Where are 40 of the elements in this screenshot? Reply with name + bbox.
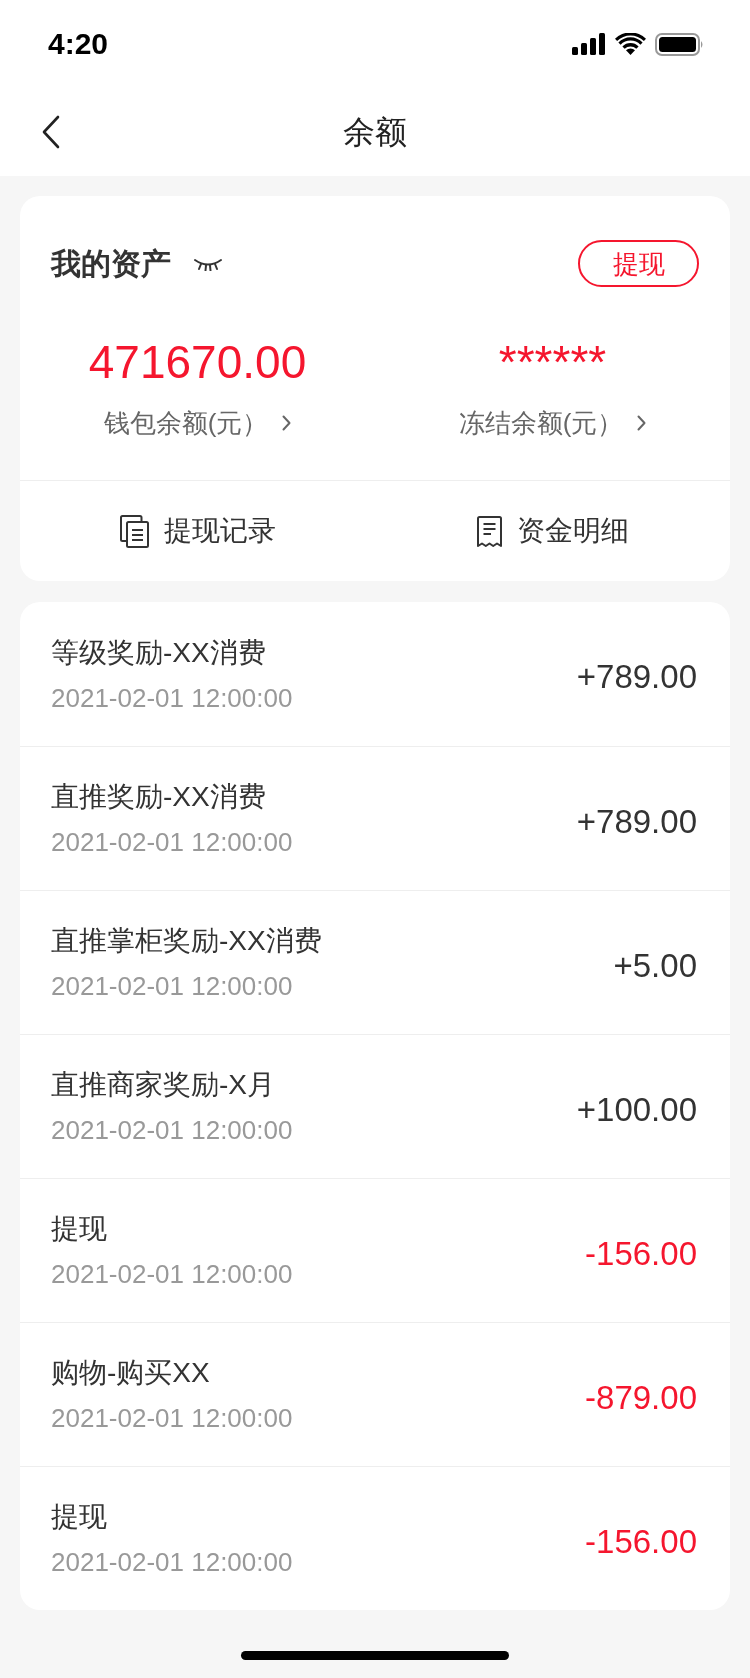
transaction-amount: -156.00	[585, 1521, 697, 1562]
transaction-time: 2021-02-01 12:00:00	[51, 826, 293, 859]
balance-link[interactable]: 冻结余额(元）	[458, 405, 647, 441]
transaction-time: 2021-02-01 12:00:00	[51, 970, 294, 1003]
transaction-title: 购物-购买XX	[51, 1356, 211, 1390]
transaction-time: 2021-02-01 12:00:00	[51, 1258, 293, 1291]
page-title: 余额	[343, 116, 407, 148]
transaction-title: 直推掌柜奖励-XX消费	[51, 924, 322, 958]
transaction-time: 2021-02-01 12:00:00	[51, 1402, 293, 1435]
closed-eye-icon[interactable]	[193, 256, 223, 271]
transaction-amount: -156.00	[585, 1233, 697, 1274]
stacked-documents-icon	[119, 514, 149, 548]
transaction-amount: +789.00	[576, 657, 697, 697]
shortcut-link[interactable]: 提现记录	[119, 511, 276, 551]
shortcut-link[interactable]: 资金明细	[476, 511, 629, 551]
transaction-title: 提现	[51, 1500, 108, 1534]
balance-link[interactable]: 钱包余额(元）	[103, 405, 292, 441]
balance-amount: 471670.00	[88, 336, 307, 388]
transaction-amount: -879.00	[585, 1377, 697, 1418]
transaction-time: 2021-02-01 12:00:00	[51, 681, 293, 715]
transaction-amount: +5.00	[613, 945, 697, 986]
transaction-title: 提现	[51, 1212, 108, 1246]
transaction-title: 等级奖励-XX消费	[51, 635, 267, 670]
transaction-amount: +100.00	[576, 1089, 697, 1130]
chevron-right-icon	[637, 415, 647, 431]
withdraw-button[interactable]: 提现	[578, 240, 699, 287]
signal-icon	[572, 33, 606, 55]
battery-icon	[655, 32, 704, 56]
status-time: 4:20	[48, 29, 109, 59]
balance-amount: ******	[498, 336, 607, 388]
back-chevron-icon	[42, 115, 60, 149]
chevron-right-icon	[282, 415, 292, 431]
transaction-time: 2021-02-01 12:00:00	[51, 1546, 293, 1579]
wifi-icon	[615, 33, 646, 55]
transaction-time: 2021-02-01 12:00:00	[51, 1114, 293, 1147]
receipt-icon	[476, 515, 502, 547]
transaction-amount: +789.00	[576, 801, 697, 842]
transaction-title: 直推奖励-XX消费	[51, 780, 267, 814]
assets-title: 我的资产	[51, 248, 171, 279]
transaction-title: 直推商家奖励-X月	[51, 1068, 276, 1102]
